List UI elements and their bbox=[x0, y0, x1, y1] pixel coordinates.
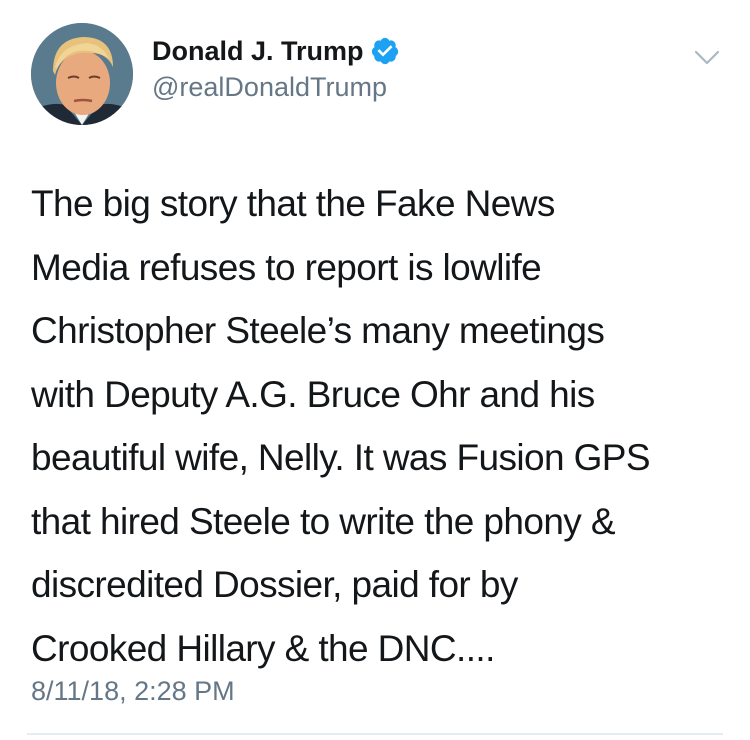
tweet-text-line: beautiful wife, Nelly. It was Fusion GPS bbox=[31, 437, 651, 478]
profile-photo bbox=[31, 23, 133, 125]
verified-badge-icon bbox=[371, 37, 398, 65]
tweet-text-line: that hired Steele to write the phony & bbox=[31, 500, 616, 542]
avatar[interactable] bbox=[31, 23, 133, 125]
chevron-down-icon[interactable] bbox=[690, 40, 724, 74]
tweet-timestamp[interactable]: 8/11/18, 2:28 PM bbox=[31, 676, 235, 707]
tweet-card: Donald J. Trump @realDonaldTrump The big… bbox=[0, 0, 750, 740]
display-name[interactable]: Donald J. Trump bbox=[152, 36, 364, 67]
divider bbox=[27, 733, 723, 735]
author-name-row[interactable]: Donald J. Trump bbox=[152, 31, 400, 71]
tweet-text-line: Crooked Hillary & the DNC.... bbox=[31, 627, 495, 669]
tweet-text-line: The big story that the Fake News bbox=[31, 183, 555, 224]
tweet-text-line: Media refuses to report is lowlife bbox=[31, 246, 542, 288]
tweet-text-line: with Deputy A.G. Bruce Ohr and his bbox=[31, 373, 595, 415]
tweet-text-line: Christopher Steele’s many meetings bbox=[31, 310, 605, 351]
tweet-text-line: discredited Dossier, paid for by bbox=[31, 564, 518, 605]
tweet-text: The big story that the Fake News Media r… bbox=[31, 172, 731, 680]
author-handle[interactable]: @realDonaldTrump bbox=[152, 72, 387, 103]
